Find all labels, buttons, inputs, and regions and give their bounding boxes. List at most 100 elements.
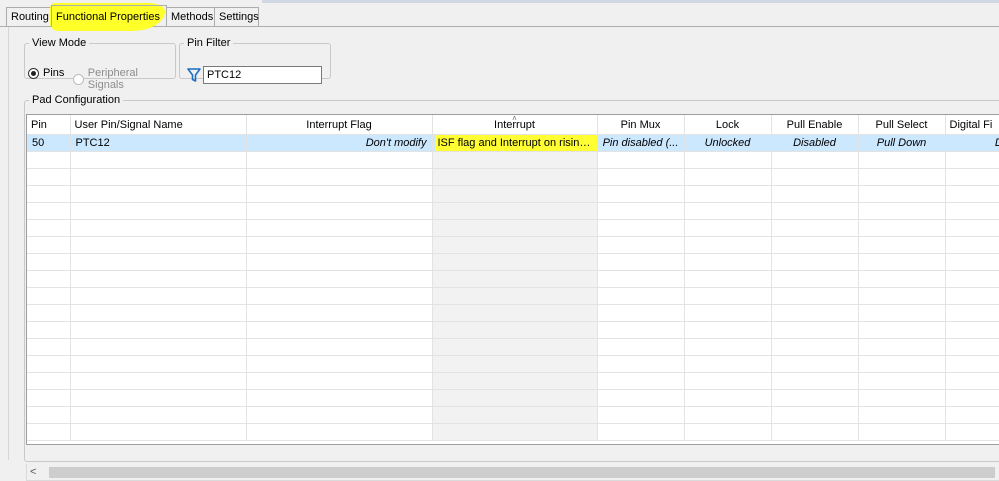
- column-header-pull-enable[interactable]: Pull Enable: [771, 115, 859, 135]
- tab-settings[interactable]: Settings: [214, 7, 259, 26]
- empty-cell: [432, 304, 598, 322]
- empty-cell: [858, 287, 946, 305]
- horizontal-scrollbar[interactable]: <: [26, 464, 999, 481]
- empty-cell: [684, 219, 772, 237]
- tab-routing[interactable]: Routing: [6, 7, 52, 26]
- empty-cell: [70, 321, 247, 339]
- radio-peripheral-signals-indicator[interactable]: [73, 73, 84, 85]
- empty-cell: [945, 253, 999, 271]
- column-header-interrupt-flag[interactable]: Interrupt Flag: [246, 115, 433, 135]
- empty-cell: [945, 321, 999, 339]
- empty-cell: [945, 185, 999, 203]
- empty-table-row: [27, 151, 999, 169]
- empty-cell: [432, 338, 598, 356]
- empty-cell: [597, 389, 685, 407]
- empty-cell: [70, 406, 247, 424]
- empty-table-row: [27, 355, 999, 373]
- cell-pull-enable[interactable]: Disabled: [771, 134, 859, 152]
- empty-cell: [858, 202, 946, 220]
- empty-cell: [246, 151, 433, 169]
- cell-pin-mux[interactable]: Pin disabled (...: [597, 134, 685, 152]
- empty-cell: [684, 372, 772, 390]
- empty-cell: [432, 372, 598, 390]
- view-mode-group: View Mode Pins Peripheral Signals: [24, 37, 176, 91]
- empty-cell: [432, 389, 598, 407]
- empty-cell: [945, 355, 999, 373]
- cell-pull-select[interactable]: Pull Down: [858, 134, 946, 152]
- empty-cell: [70, 304, 247, 322]
- empty-cell: [432, 270, 598, 288]
- empty-cell: [684, 236, 772, 254]
- empty-cell: [858, 423, 946, 441]
- cell-pin[interactable]: 50: [27, 134, 71, 152]
- cell-lock[interactable]: Unlocked: [684, 134, 772, 152]
- empty-cell: [771, 287, 859, 305]
- empty-cell: [246, 219, 433, 237]
- empty-cell: [945, 423, 999, 441]
- pin-filter-input[interactable]: [203, 66, 322, 84]
- empty-cell: [597, 202, 685, 220]
- empty-cell: [945, 168, 999, 186]
- column-header-interrupt[interactable]: ˄ Interrupt: [432, 115, 598, 135]
- column-header-user-pin-signal-name[interactable]: User Pin/Signal Name: [70, 115, 247, 135]
- empty-cell: [27, 372, 71, 390]
- empty-cell: [597, 168, 685, 186]
- empty-cell: [945, 406, 999, 424]
- empty-cell: [858, 219, 946, 237]
- empty-cell: [246, 185, 433, 203]
- column-header-pull-select[interactable]: Pull Select: [858, 115, 946, 135]
- cell-user-pin-signal-name[interactable]: PTC12: [70, 134, 247, 152]
- scrollbar-thumb[interactable]: [49, 467, 995, 478]
- column-header-pin[interactable]: Pin: [27, 115, 71, 135]
- empty-cell: [771, 423, 859, 441]
- empty-cell: [684, 185, 772, 203]
- cell-interrupt-flag[interactable]: Don't modify: [246, 134, 433, 152]
- table-row[interactable]: 50 PTC12 Don't modify ISF flag and Inter…: [27, 134, 999, 152]
- pin-filter-group: Pin Filter: [179, 37, 331, 84]
- cell-interrupt[interactable]: ISF flag and Interrupt on rising-...: [432, 134, 598, 152]
- empty-cell: [597, 287, 685, 305]
- empty-cell: [771, 168, 859, 186]
- pad-configuration-legend: Pad Configuration: [32, 94, 121, 106]
- cell-interrupt-value: ISF flag and Interrupt on rising-...: [434, 135, 596, 151]
- table-header-row: Pin User Pin/Signal Name Interrupt Flag …: [27, 115, 999, 135]
- empty-cell: [597, 423, 685, 441]
- empty-cell: [432, 423, 598, 441]
- scroll-left-arrow-icon[interactable]: <: [30, 466, 36, 478]
- empty-cell: [432, 236, 598, 254]
- empty-cell: [246, 270, 433, 288]
- empty-cell: [27, 270, 71, 288]
- empty-cell: [246, 338, 433, 356]
- radio-peripheral-signals[interactable]: Peripheral Signals: [73, 67, 175, 91]
- empty-cell: [945, 372, 999, 390]
- empty-cell: [858, 406, 946, 424]
- empty-cell: [70, 270, 247, 288]
- empty-cell: [771, 389, 859, 407]
- tab-methods[interactable]: Methods: [166, 7, 215, 26]
- tab-functional-properties[interactable]: Functional Properties: [51, 5, 167, 27]
- empty-cell: [70, 185, 247, 203]
- column-header-lock[interactable]: Lock: [684, 115, 772, 135]
- empty-cell: [771, 185, 859, 203]
- radio-pins-label: Pins: [43, 67, 65, 79]
- empty-cell: [27, 202, 71, 220]
- empty-cell: [684, 202, 772, 220]
- tab-bar: Routing Functional Properties Methods Se…: [0, 0, 999, 31]
- empty-cell: [27, 151, 71, 169]
- empty-table-row: [27, 406, 999, 424]
- empty-cell: [27, 304, 71, 322]
- empty-table-row: [27, 338, 999, 356]
- cell-digital-filter[interactable]: Disable: [945, 134, 999, 152]
- empty-cell: [27, 389, 71, 407]
- radio-pins[interactable]: Pins: [28, 67, 64, 79]
- column-header-pin-mux[interactable]: Pin Mux: [597, 115, 685, 135]
- column-header-digital-filter[interactable]: Digital Fi: [945, 115, 999, 135]
- empty-cell: [684, 406, 772, 424]
- empty-cell: [858, 168, 946, 186]
- empty-cell: [597, 219, 685, 237]
- empty-cell: [70, 236, 247, 254]
- empty-cell: [432, 219, 598, 237]
- empty-cell: [771, 321, 859, 339]
- radio-pins-indicator[interactable]: [28, 67, 39, 79]
- empty-cell: [684, 253, 772, 271]
